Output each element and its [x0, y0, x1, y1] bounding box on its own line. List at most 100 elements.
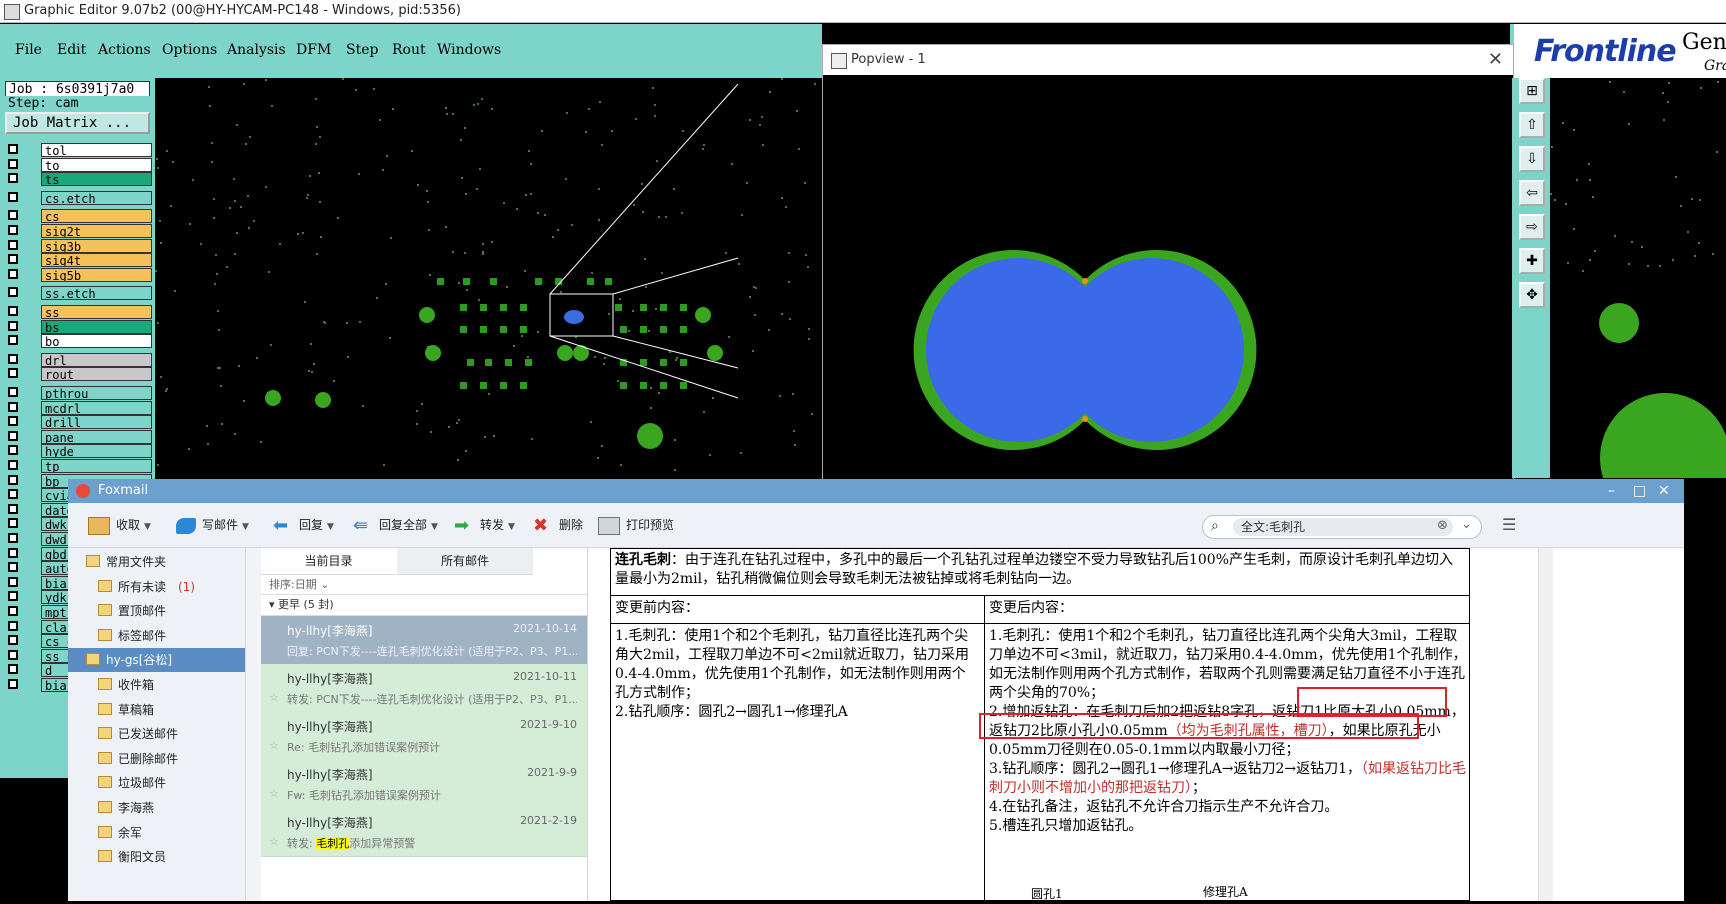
- layer-checkbox[interactable]: [8, 191, 18, 202]
- sidebar-item[interactable]: 收件箱: [68, 673, 245, 697]
- layer-checkbox[interactable]: [8, 401, 18, 412]
- sidebar-item[interactable]: 垃圾邮件: [68, 771, 245, 795]
- search-field[interactable]: ⌕ 全文:毛刺孔 ⊗ ⌄: [1202, 515, 1482, 539]
- layer-checkbox[interactable]: [8, 335, 18, 346]
- star-icon[interactable]: ☆: [269, 643, 279, 656]
- compose-button[interactable]: 写邮件 ▼: [176, 503, 249, 547]
- sort-dropdown[interactable]: 排序:日期 ⌄: [269, 576, 329, 592]
- menu-icon[interactable]: ☰: [1502, 515, 1516, 534]
- layer-name[interactable]: drill: [41, 415, 152, 430]
- graphic-canvas[interactable]: [155, 78, 820, 478]
- star-icon[interactable]: ☆: [269, 691, 279, 704]
- layer-row[interactable]: rout: [5, 367, 152, 382]
- sidebar-item[interactable]: 常用文件夹: [68, 550, 245, 574]
- sidebar-item[interactable]: 置顶邮件: [68, 599, 245, 623]
- minimize-icon[interactable]: –: [1608, 479, 1615, 503]
- tab-current-folder[interactable]: 当前目录: [261, 548, 396, 575]
- pan-right-icon[interactable]: ⇨: [1519, 214, 1545, 240]
- layer-row[interactable]: pthrou: [5, 386, 152, 401]
- content-scrollbar[interactable]: [1538, 548, 1553, 901]
- layer-checkbox[interactable]: [8, 445, 18, 456]
- layer-checkbox[interactable]: [8, 576, 18, 587]
- layer-name[interactable]: ss.etch: [41, 286, 152, 301]
- layer-checkbox[interactable]: [8, 387, 18, 397]
- layer-row[interactable]: sig4t: [5, 253, 152, 268]
- pan-up-icon[interactable]: ⇧: [1519, 112, 1545, 138]
- reply-all-button[interactable]: ⇚ 回复全部 ▼: [353, 503, 438, 547]
- layer-name[interactable]: to: [41, 157, 152, 172]
- layer-checkbox[interactable]: [8, 620, 18, 631]
- layer-name[interactable]: pthrou: [41, 386, 152, 400]
- layer-checkbox[interactable]: [8, 489, 18, 500]
- layer-name[interactable]: cs: [41, 209, 152, 224]
- layer-name[interactable]: bs: [41, 319, 152, 334]
- layer-checkbox[interactable]: [8, 562, 18, 573]
- layer-checkbox[interactable]: [8, 268, 18, 279]
- layer-checkbox[interactable]: [8, 320, 18, 331]
- forward-button[interactable]: ➡ 转发 ▼: [454, 503, 515, 547]
- layer-row[interactable]: to: [5, 157, 152, 173]
- menu-rout[interactable]: Rout: [392, 42, 426, 58]
- menu-options[interactable]: Options: [162, 42, 217, 58]
- zoom-out-icon[interactable]: ✥: [1519, 282, 1545, 308]
- pan-left-icon[interactable]: ⇦: [1519, 180, 1545, 206]
- sidebar-item[interactable]: 衡阳文员: [68, 845, 245, 869]
- chevron-down-icon[interactable]: ⌄: [1461, 517, 1472, 532]
- layer-checkbox[interactable]: [8, 533, 18, 543]
- layer-checkbox[interactable]: [8, 306, 18, 316]
- layer-checkbox[interactable]: [8, 144, 18, 154]
- layer-row[interactable]: pane: [5, 429, 152, 445]
- maximize-icon[interactable]: □: [1633, 479, 1646, 503]
- sidebar-item[interactable]: 标签邮件: [68, 624, 245, 648]
- receive-button[interactable]: 收取 ▼: [88, 503, 151, 547]
- layer-row[interactable]: sig5b: [5, 267, 152, 283]
- menu-windows[interactable]: Windows: [437, 42, 501, 58]
- list-item[interactable]: hy-llhy[李海燕] 2021-10-14 ☆ 回复: PCN下发----连孔毛刺…: [261, 616, 587, 665]
- job-matrix-button[interactable]: Job Matrix ...: [5, 112, 150, 134]
- layer-checkbox[interactable]: [8, 460, 18, 470]
- layer-checkbox[interactable]: [8, 635, 18, 646]
- layer-checkbox[interactable]: [8, 158, 18, 169]
- layer-checkbox[interactable]: [8, 649, 18, 660]
- star-icon[interactable]: ☆: [269, 739, 279, 752]
- layer-checkbox[interactable]: [8, 368, 18, 379]
- layer-row[interactable]: drill: [5, 415, 152, 430]
- layer-name[interactable]: sig2t: [41, 224, 152, 238]
- sidebar-item[interactable]: 所有未读 (1): [68, 575, 245, 599]
- layer-row[interactable]: drl: [5, 352, 152, 368]
- layer-row[interactable]: cs.etch: [5, 190, 152, 206]
- layer-name[interactable]: sig3b: [41, 238, 152, 253]
- zoom-fit-icon[interactable]: ⊞: [1519, 78, 1545, 104]
- layer-checkbox[interactable]: [8, 591, 18, 602]
- menu-analysis[interactable]: Analysis: [227, 42, 286, 58]
- layer-name[interactable]: sig4t: [41, 253, 152, 268]
- pan-down-icon[interactable]: ⇩: [1519, 146, 1545, 172]
- layer-name[interactable]: cs.etch: [41, 190, 152, 205]
- layer-row[interactable]: sig3b: [5, 238, 152, 254]
- layer-checkbox[interactable]: [8, 606, 18, 616]
- layer-row[interactable]: tol: [5, 143, 152, 158]
- layer-name[interactable]: bo: [41, 334, 152, 349]
- layer-name[interactable]: rout: [41, 367, 152, 382]
- layer-name[interactable]: ss: [41, 305, 152, 319]
- reply-button[interactable]: ⬅ 回复 ▼: [273, 503, 334, 547]
- star-icon[interactable]: ☆: [269, 835, 279, 848]
- sidebar-item[interactable]: 草稿箱: [68, 698, 245, 722]
- print-preview-button[interactable]: 打印预览: [598, 503, 674, 547]
- sidebar-item[interactable]: 已删除邮件: [68, 747, 245, 771]
- layer-row[interactable]: bs: [5, 319, 152, 335]
- layer-row[interactable]: ts: [5, 172, 152, 187]
- close-icon[interactable]: ✕: [1658, 479, 1670, 503]
- list-item[interactable]: hy-llhy[李海燕] 2021-10-11 ☆ 转发: PCN下发----连孔毛刺…: [261, 664, 587, 713]
- layer-checkbox[interactable]: [8, 254, 18, 265]
- menu-file[interactable]: File: [15, 42, 42, 58]
- layer-name[interactable]: tol: [41, 143, 152, 157]
- popview-canvas[interactable]: [823, 75, 1513, 480]
- menu-edit[interactable]: Edit: [57, 42, 86, 58]
- sidebar-item[interactable]: 余军: [68, 821, 245, 845]
- sidebar-item[interactable]: 已发送邮件: [68, 722, 245, 746]
- layer-checkbox[interactable]: [8, 353, 18, 364]
- clear-icon[interactable]: ⊗: [1437, 518, 1448, 533]
- layer-name[interactable]: tp: [41, 459, 152, 473]
- layer-row[interactable]: ss: [5, 305, 152, 320]
